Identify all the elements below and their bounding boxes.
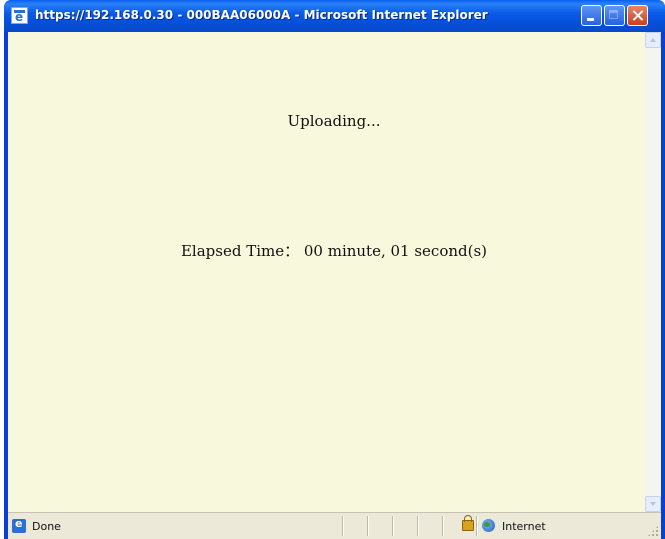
title-bar[interactable]: https://192.168.0.30 - 000BAA06000A - Mi… — [4, 0, 665, 32]
status-divider — [367, 516, 368, 536]
status-divider — [442, 516, 443, 536]
status-divider — [417, 516, 418, 536]
security-zone-text: Internet — [502, 520, 546, 533]
minimize-button[interactable] — [581, 5, 602, 26]
vertical-scrollbar[interactable] — [645, 32, 661, 512]
uploading-message: Uploading... — [287, 112, 381, 130]
maximize-button[interactable] — [604, 5, 625, 26]
ie-page-icon — [12, 517, 26, 533]
scroll-down-button[interactable] — [645, 496, 661, 512]
status-bar: Done Internet — [8, 512, 661, 539]
lock-icon[interactable] — [462, 515, 474, 531]
close-button[interactable] — [627, 5, 648, 26]
status-divider — [392, 516, 393, 536]
status-divider — [476, 516, 477, 536]
scroll-up-button[interactable] — [645, 32, 661, 48]
status-divider — [342, 516, 343, 536]
ie-page-icon[interactable] — [11, 7, 28, 24]
globe-icon — [482, 519, 495, 532]
status-text: Done — [32, 520, 61, 533]
browser-window: https://192.168.0.30 - 000BAA06000A - Mi… — [4, 0, 665, 539]
page-content: Uploading... Elapsed Time： 00 minute, 01… — [8, 32, 645, 512]
window-title: https://192.168.0.30 - 000BAA06000A - Mi… — [35, 8, 488, 22]
elapsed-time-message: Elapsed Time： 00 minute, 01 second(s) — [180, 242, 488, 260]
resize-grip[interactable] — [647, 525, 659, 537]
